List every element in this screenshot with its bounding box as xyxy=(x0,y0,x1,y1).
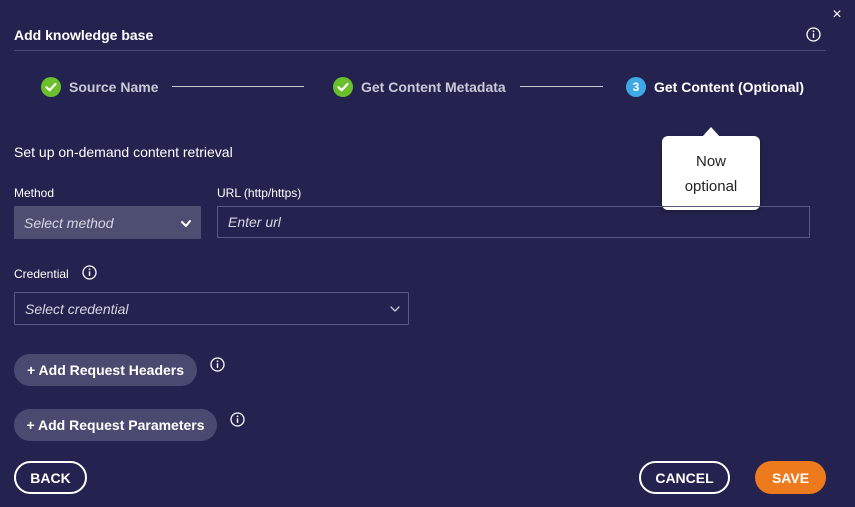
header-divider xyxy=(14,50,826,51)
section-title: Set up on-demand content retrieval xyxy=(14,144,233,160)
url-input[interactable] xyxy=(217,206,810,238)
check-circle-icon xyxy=(333,77,353,97)
credential-label: Credential xyxy=(14,267,69,281)
chevron-down-icon xyxy=(390,306,400,312)
add-request-headers-button[interactable]: + Add Request Headers xyxy=(14,354,197,386)
tooltip-line: optional xyxy=(684,178,738,195)
step-get-content-optional: 3 Get Content (Optional) xyxy=(626,77,804,97)
close-button[interactable]: × xyxy=(829,6,845,24)
add-request-parameters-button[interactable]: + Add Request Parameters xyxy=(14,409,217,441)
save-button[interactable]: SAVE xyxy=(755,461,826,494)
step-label: Get Content Metadata xyxy=(361,79,506,95)
dialog-title: Add knowledge base xyxy=(14,27,154,43)
method-label: Method xyxy=(14,186,55,200)
step-source-name: Source Name xyxy=(41,77,158,97)
step-connector xyxy=(520,86,603,87)
check-circle-icon xyxy=(41,77,61,97)
method-select[interactable]: Select method xyxy=(14,206,201,239)
now-optional-tooltip: Now optional xyxy=(662,127,760,210)
info-icon[interactable] xyxy=(806,27,821,42)
step-label: Get Content (Optional) xyxy=(654,79,805,95)
step-connector xyxy=(172,86,304,87)
method-select-placeholder: Select method xyxy=(24,214,114,231)
info-icon[interactable] xyxy=(230,412,245,427)
step-label: Source Name xyxy=(69,79,159,95)
info-icon[interactable] xyxy=(210,357,225,372)
tooltip-line: Now xyxy=(695,153,726,170)
credential-select[interactable]: Select credential xyxy=(14,292,409,325)
chevron-down-icon xyxy=(181,220,191,227)
back-button[interactable]: BACK xyxy=(14,461,87,494)
step-get-content-metadata: Get Content Metadata xyxy=(333,77,506,97)
url-label: URL (http/https) xyxy=(217,186,302,200)
cancel-button[interactable]: CANCEL xyxy=(639,461,730,494)
step-number-badge: 3 xyxy=(626,77,646,97)
credential-select-placeholder: Select credential xyxy=(25,300,129,317)
info-icon[interactable] xyxy=(82,265,97,280)
